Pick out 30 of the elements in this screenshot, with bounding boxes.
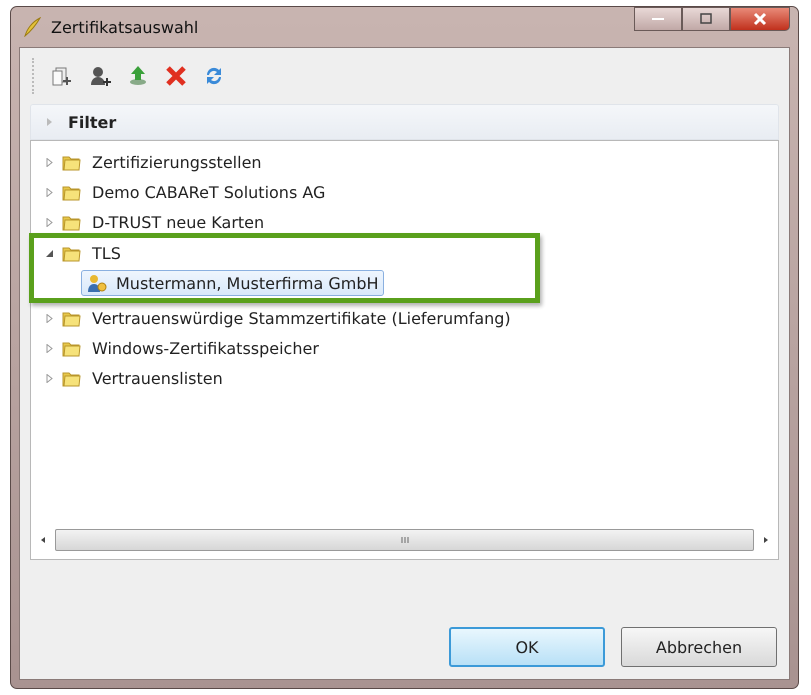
close-button[interactable] — [730, 7, 790, 31]
maximize-icon — [699, 13, 713, 25]
tree-item[interactable]: Zertifizierungsstellen — [87, 150, 267, 174]
cancel-button[interactable]: Abbrechen — [621, 627, 777, 667]
tree-item[interactable]: TLS — [87, 240, 126, 266]
maximize-button[interactable] — [682, 7, 730, 31]
tree-item[interactable]: Vertrauenswürdige Stammzertifikate (Lieferumfang) — [87, 306, 516, 330]
close-icon — [752, 12, 768, 26]
expand-arrow-icon[interactable] — [45, 344, 55, 352]
window-title: Zertifikatsauswahl — [51, 18, 198, 36]
tree-item[interactable]: D-TRUST neue Karten — [87, 210, 270, 234]
expand-arrow-icon[interactable] — [45, 218, 55, 226]
expand-arrow-icon[interactable] — [45, 314, 55, 322]
tree-item[interactable]: Demo CABAReT Solutions AG — [87, 180, 330, 204]
tree-item[interactable]: Vertrauenslisten — [87, 366, 228, 390]
delete-icon[interactable] — [164, 64, 188, 88]
tree-item[interactable]: Windows-Zertifikatsspeicher — [87, 336, 324, 360]
expand-arrow-icon[interactable] — [45, 158, 55, 166]
ok-button[interactable]: OK — [449, 627, 605, 667]
expand-arrow-icon — [45, 117, 54, 127]
grip-icon — [400, 536, 410, 544]
collapse-arrow-icon[interactable] — [45, 248, 55, 258]
add-user-icon[interactable] — [88, 64, 112, 88]
expand-arrow-icon[interactable] — [45, 188, 55, 196]
certificate-user-icon — [86, 273, 108, 293]
feather-icon — [23, 17, 41, 37]
tree-item[interactable]: Mustermann, Musterfirma GmbH — [81, 270, 384, 296]
filter-header[interactable]: Filter — [30, 104, 779, 140]
expand-arrow-icon[interactable] — [45, 374, 55, 382]
minimize-button[interactable] — [634, 7, 682, 31]
